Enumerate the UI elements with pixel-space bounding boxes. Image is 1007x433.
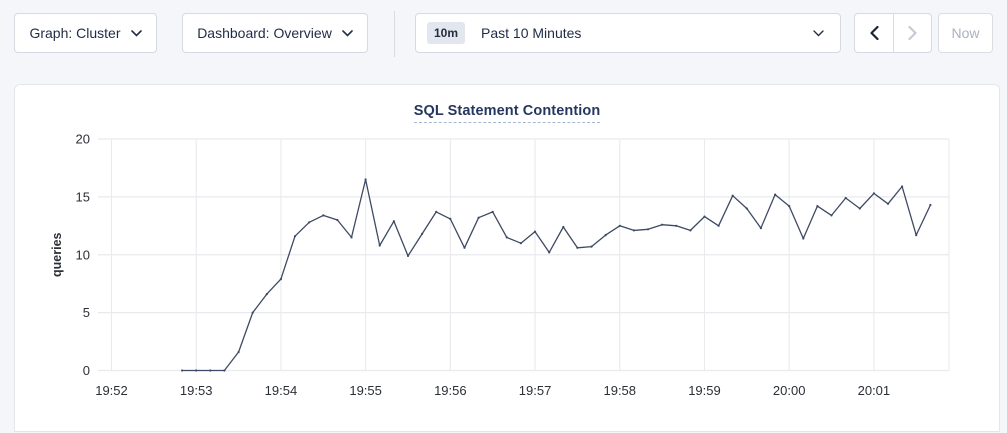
chart-card: SQL Statement Contention 0510152019:5219… xyxy=(14,84,1000,432)
time-range-picker[interactable]: 10m Past 10 Minutes xyxy=(415,13,841,53)
svg-text:19:57: 19:57 xyxy=(519,383,552,398)
dashboard-dropdown-label: Dashboard: Overview xyxy=(197,25,332,41)
svg-text:19:53: 19:53 xyxy=(180,383,213,398)
svg-text:0: 0 xyxy=(83,363,90,378)
svg-text:19:56: 19:56 xyxy=(434,383,467,398)
svg-text:20:01: 20:01 xyxy=(858,383,891,398)
time-range-label: Past 10 Minutes xyxy=(481,25,813,41)
time-prev-button[interactable] xyxy=(855,14,893,52)
time-window-arrows xyxy=(854,13,932,53)
svg-text:19:55: 19:55 xyxy=(349,383,382,398)
chevron-down-icon xyxy=(131,30,142,37)
graph-dropdown[interactable]: Graph: Cluster xyxy=(14,13,157,53)
svg-text:19:58: 19:58 xyxy=(603,383,636,398)
now-button[interactable]: Now xyxy=(938,13,993,53)
svg-text:19:52: 19:52 xyxy=(95,383,128,398)
svg-text:19:59: 19:59 xyxy=(688,383,721,398)
svg-text:15: 15 xyxy=(76,189,90,204)
sql-statement-contention-chart[interactable]: 0 5 10 15 20 19:52 19:53 19:54 19:55 19:56 19:57 19… xyxy=(15,85,1001,433)
svg-text:5: 5 xyxy=(83,305,90,320)
graph-dropdown-label: Graph: Cluster xyxy=(29,25,120,41)
svg-text:queries: queries xyxy=(50,232,64,277)
toolbar: Graph: Cluster Dashboard: Overview 10m P… xyxy=(0,0,1007,70)
time-next-button[interactable] xyxy=(893,14,931,52)
now-button-label: Now xyxy=(951,25,979,41)
chevron-left-icon xyxy=(870,26,879,40)
svg-text:20: 20 xyxy=(76,132,90,147)
dashboard-dropdown[interactable]: Dashboard: Overview xyxy=(182,13,368,53)
svg-text:20:00: 20:00 xyxy=(773,383,806,398)
chevron-right-icon xyxy=(908,26,917,40)
time-range-badge: 10m xyxy=(427,22,465,44)
chevron-down-icon xyxy=(342,30,353,37)
svg-text:19:54: 19:54 xyxy=(265,383,298,398)
chevron-down-icon xyxy=(813,30,824,37)
svg-text:10: 10 xyxy=(76,247,90,262)
toolbar-divider xyxy=(394,11,395,57)
